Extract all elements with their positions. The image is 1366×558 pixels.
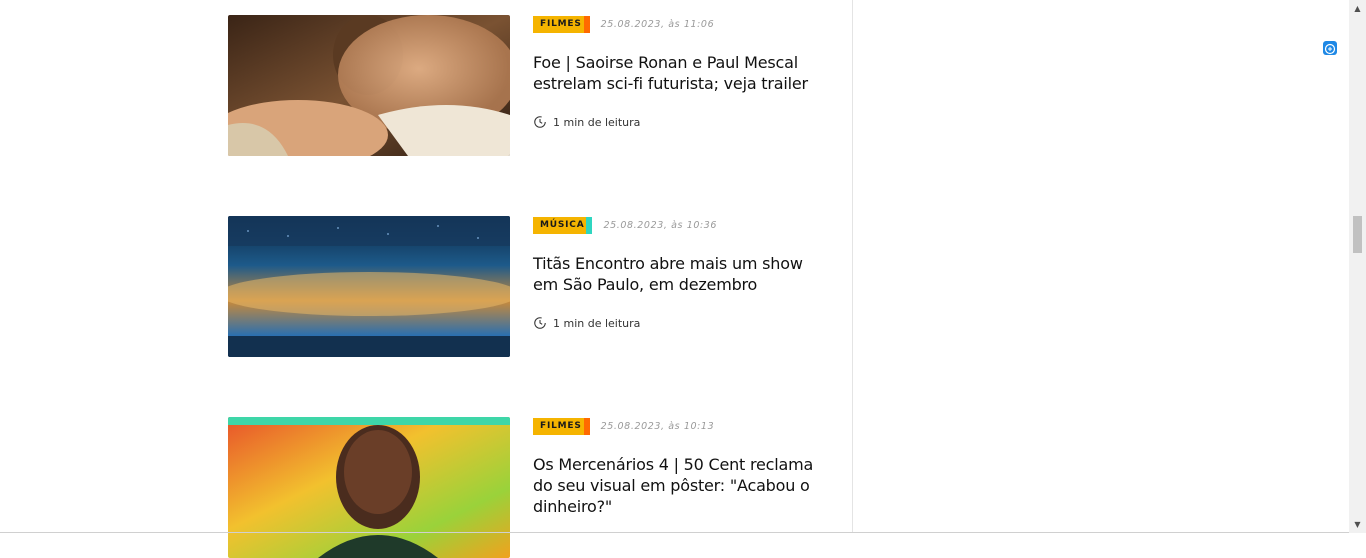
clock-icon: [534, 317, 546, 329]
category-label: FILMES: [540, 19, 582, 29]
article-title[interactable]: Titãs Encontro abre mais um show em São …: [533, 253, 818, 295]
reading-time-label: 1 min de leitura: [553, 115, 641, 129]
category-label: MÚSICA: [540, 220, 585, 230]
article-title[interactable]: Os Mercenários 4 | 50 Cent reclama do se…: [533, 454, 818, 517]
article-meta: MÚSICA 25.08.2023, às 10:36: [533, 217, 717, 234]
extension-icon[interactable]: [1323, 41, 1337, 55]
reading-time: 1 min de leitura: [533, 114, 640, 130]
vertical-scrollbar[interactable]: ▲ ▼: [1349, 0, 1366, 533]
clock-icon: [534, 116, 546, 128]
reading-time-label: 1 min de leitura: [553, 316, 641, 330]
article-date: 25.08.2023, às 10:13: [600, 421, 715, 432]
reading-time: 1 min de leitura: [533, 315, 640, 331]
article-meta: FILMES 25.08.2023, às 11:06: [533, 16, 714, 33]
article-meta: FILMES 25.08.2023, às 10:13: [533, 418, 714, 435]
sidebar-divider: [852, 0, 853, 533]
article-card: MÚSICA 25.08.2023, às 10:36 Titãs Encont…: [228, 216, 828, 357]
category-stripe: [583, 16, 590, 33]
thumbnail-image: [228, 15, 510, 156]
article-date: 25.08.2023, às 10:36: [603, 220, 718, 231]
category-badge[interactable]: FILMES: [533, 16, 590, 33]
category-badge[interactable]: MÚSICA: [533, 217, 593, 234]
article-thumbnail[interactable]: [228, 216, 510, 357]
article-title[interactable]: Foe | Saoirse Ronan e Paul Mescal estrel…: [533, 52, 818, 94]
category-stripe: [583, 418, 590, 435]
thumbnail-image: [228, 417, 510, 558]
article-card: FILMES 25.08.2023, às 11:06 Foe | Saoirs…: [228, 15, 828, 156]
article-thumbnail[interactable]: [228, 15, 510, 156]
scrollbar-thumb[interactable]: [1353, 216, 1362, 253]
article-card: FILMES 25.08.2023, às 10:13 Os Mercenári…: [228, 417, 828, 558]
thumbnail-image: [228, 216, 510, 357]
category-stripe: [586, 217, 593, 234]
category-badge[interactable]: FILMES: [533, 418, 590, 435]
category-label: FILMES: [540, 421, 582, 431]
scroll-down-icon[interactable]: ▼: [1349, 516, 1366, 533]
article-date: 25.08.2023, às 11:06: [600, 19, 715, 30]
article-thumbnail[interactable]: [228, 417, 510, 558]
scroll-up-icon[interactable]: ▲: [1349, 0, 1366, 17]
